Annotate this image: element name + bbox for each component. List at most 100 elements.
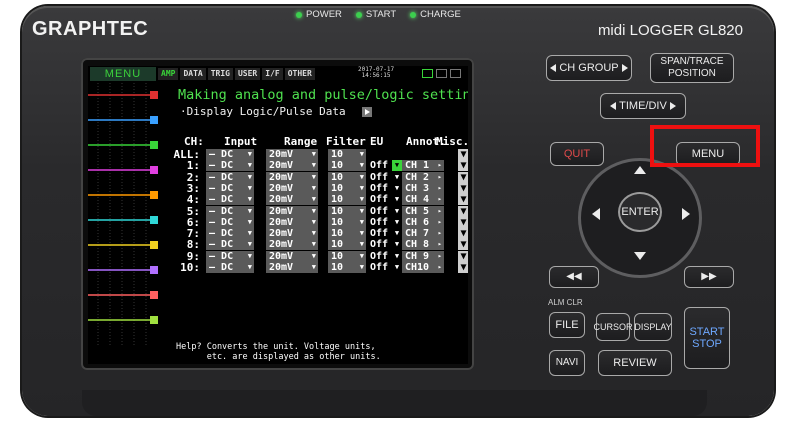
play-arrow-icon[interactable] — [361, 106, 372, 117]
arrow-right-icon[interactable] — [682, 208, 690, 220]
dropdown-arrow-icon[interactable]: ▼ — [392, 217, 402, 228]
annotation-value: CH 6 — [405, 216, 430, 228]
file-button[interactable]: FILE — [549, 312, 585, 338]
filter-select[interactable]: 10 ▼ — [328, 205, 366, 217]
input-select[interactable]: — DC ▼ — [206, 182, 254, 194]
input-select[interactable]: — DC ▼ — [206, 250, 254, 262]
arrow-up-icon[interactable] — [634, 166, 646, 174]
eu-selected-arrow-icon[interactable]: ▼ — [392, 160, 402, 172]
filter-value: 10 — [331, 216, 344, 228]
range-select[interactable]: 20mV ▼ — [266, 205, 318, 217]
filter-select[interactable]: 10 ▼ — [328, 262, 366, 273]
misc-button[interactable]: ▼ — [458, 216, 468, 228]
input-select[interactable]: — DC ▼ — [206, 262, 254, 273]
misc-button[interactable]: ▼ — [458, 160, 468, 172]
range-select[interactable]: 20mV ▼ — [266, 228, 318, 240]
review-button[interactable]: REVIEW — [598, 350, 672, 376]
annotation-field[interactable]: CH10 ▸ — [402, 262, 444, 273]
channel-label: 8: — [186, 238, 200, 252]
arrow-down-icon[interactable] — [634, 252, 646, 260]
filter-select[interactable]: 10 ▼ — [328, 194, 366, 206]
dropdown-arrow-icon[interactable]: ▼ — [392, 183, 402, 194]
dropdown-arrow-icon: ▼ — [311, 229, 316, 238]
trace-marker — [150, 316, 158, 324]
annotation-field[interactable]: CH 7 ▸ — [402, 228, 444, 240]
span-trace-button[interactable]: SPAN/TRACE POSITION — [650, 53, 734, 83]
input-select[interactable]: — DC ▼ — [206, 149, 254, 160]
navi-button[interactable]: NAVI — [549, 350, 585, 376]
tab-amp[interactable]: AMP — [158, 68, 179, 80]
filter-select[interactable]: 10 ▼ — [328, 171, 366, 183]
range-select[interactable]: 20mV ▼ — [266, 149, 318, 160]
dropdown-arrow-icon[interactable]: ▼ — [392, 251, 402, 262]
filter-select[interactable]: 10 ▼ — [328, 160, 366, 172]
tab-data[interactable]: DATA — [180, 68, 206, 80]
fast-forward-button[interactable]: ▶▶ — [684, 266, 734, 288]
tab-if[interactable]: I/F — [262, 68, 283, 80]
rewind-button[interactable]: ◀◀ — [549, 266, 599, 288]
filter-select[interactable]: 10 ▼ — [328, 250, 366, 262]
input-select[interactable]: — DC ▼ — [206, 171, 254, 183]
input-select[interactable]: — DC ▼ — [206, 216, 254, 228]
dropdown-arrow-icon[interactable]: ▼ — [392, 194, 402, 205]
range-select[interactable]: 20mV ▼ — [266, 182, 318, 194]
dropdown-arrow-icon[interactable]: ▼ — [392, 228, 402, 239]
range-select[interactable]: 20mV ▼ — [266, 160, 318, 172]
range-select[interactable]: 20mV ▼ — [266, 194, 318, 206]
misc-button[interactable]: ▼ — [458, 250, 468, 262]
dropdown-arrow-icon[interactable]: ▼ — [392, 239, 402, 250]
range-select[interactable]: 20mV ▼ — [266, 171, 318, 183]
time-div-button[interactable]: TIME/DIV — [600, 93, 686, 119]
start-stop-button[interactable]: START STOP — [684, 307, 730, 369]
misc-button[interactable]: ▼ — [458, 262, 468, 273]
annotation-field[interactable]: CH 1 ▸ — [402, 160, 444, 172]
annotation-field[interactable]: CH 5 ▸ — [402, 205, 444, 217]
led-dot-icon — [410, 11, 417, 18]
page-subtitle: ·Display Logic/Pulse Data — [180, 105, 372, 118]
misc-button[interactable]: ▼ — [458, 149, 468, 160]
tab-user[interactable]: USER — [234, 68, 261, 80]
filter-select[interactable]: 10 ▼ — [328, 239, 366, 251]
misc-button[interactable]: ▼ — [458, 194, 468, 206]
filter-select[interactable]: 10 ▼ — [328, 216, 366, 228]
input-select[interactable]: — DC ▼ — [206, 205, 254, 217]
annotation-field[interactable]: CH 4 ▸ — [402, 194, 444, 206]
dropdown-arrow-icon[interactable]: ▼ — [392, 206, 402, 217]
tab-other[interactable]: OTHER — [284, 68, 315, 80]
tab-trig[interactable]: TRIG — [207, 68, 233, 80]
annotation-field[interactable]: CH 3 ▸ — [402, 182, 444, 194]
misc-button[interactable]: ▼ — [458, 205, 468, 217]
filter-value: 10 — [331, 182, 344, 194]
dropdown-arrow-icon: ▼ — [359, 150, 364, 158]
misc-button[interactable]: ▼ — [458, 182, 468, 194]
misc-button[interactable]: ▼ — [458, 228, 468, 240]
annotation-field[interactable]: CH 2 ▸ — [402, 171, 444, 183]
annotation-field[interactable]: CH 8 ▸ — [402, 239, 444, 251]
annotation-field[interactable]: CH 9 ▸ — [402, 250, 444, 262]
range-select[interactable]: 20mV ▼ — [266, 239, 318, 251]
input-select[interactable]: — DC ▼ — [206, 228, 254, 240]
ch-group-button[interactable]: CH GROUP — [546, 55, 632, 81]
input-select[interactable]: — DC ▼ — [206, 194, 254, 206]
filter-select[interactable]: 10 ▼ — [328, 228, 366, 240]
misc-button[interactable]: ▼ — [458, 239, 468, 251]
display-button[interactable]: DISPLAY — [634, 313, 672, 341]
range-select[interactable]: 20mV ▼ — [266, 216, 318, 228]
dropdown-arrow-icon[interactable]: ▼ — [392, 262, 402, 273]
filter-value: 10 — [331, 149, 344, 160]
range-select[interactable]: 20mV ▼ — [266, 250, 318, 262]
filter-select[interactable]: 10 ▼ — [328, 182, 366, 194]
enter-button[interactable]: ENTER — [618, 192, 662, 232]
misc-button[interactable]: ▼ — [458, 171, 468, 183]
dropdown-arrow-icon[interactable]: ▼ — [392, 172, 402, 183]
input-select[interactable]: — DC ▼ — [206, 160, 254, 172]
annotation-field[interactable]: CH 6 ▸ — [402, 216, 444, 228]
button-label: START — [689, 326, 725, 338]
dropdown-arrow-icon: ▼ — [247, 217, 252, 226]
cursor-button[interactable]: CURSOR — [594, 313, 633, 341]
range-select[interactable]: 20mV ▼ — [266, 262, 318, 273]
arrow-left-icon[interactable] — [592, 208, 600, 220]
input-value: DC — [221, 250, 234, 262]
filter-select[interactable]: 10 ▼ — [328, 149, 366, 160]
input-select[interactable]: — DC ▼ — [206, 239, 254, 251]
